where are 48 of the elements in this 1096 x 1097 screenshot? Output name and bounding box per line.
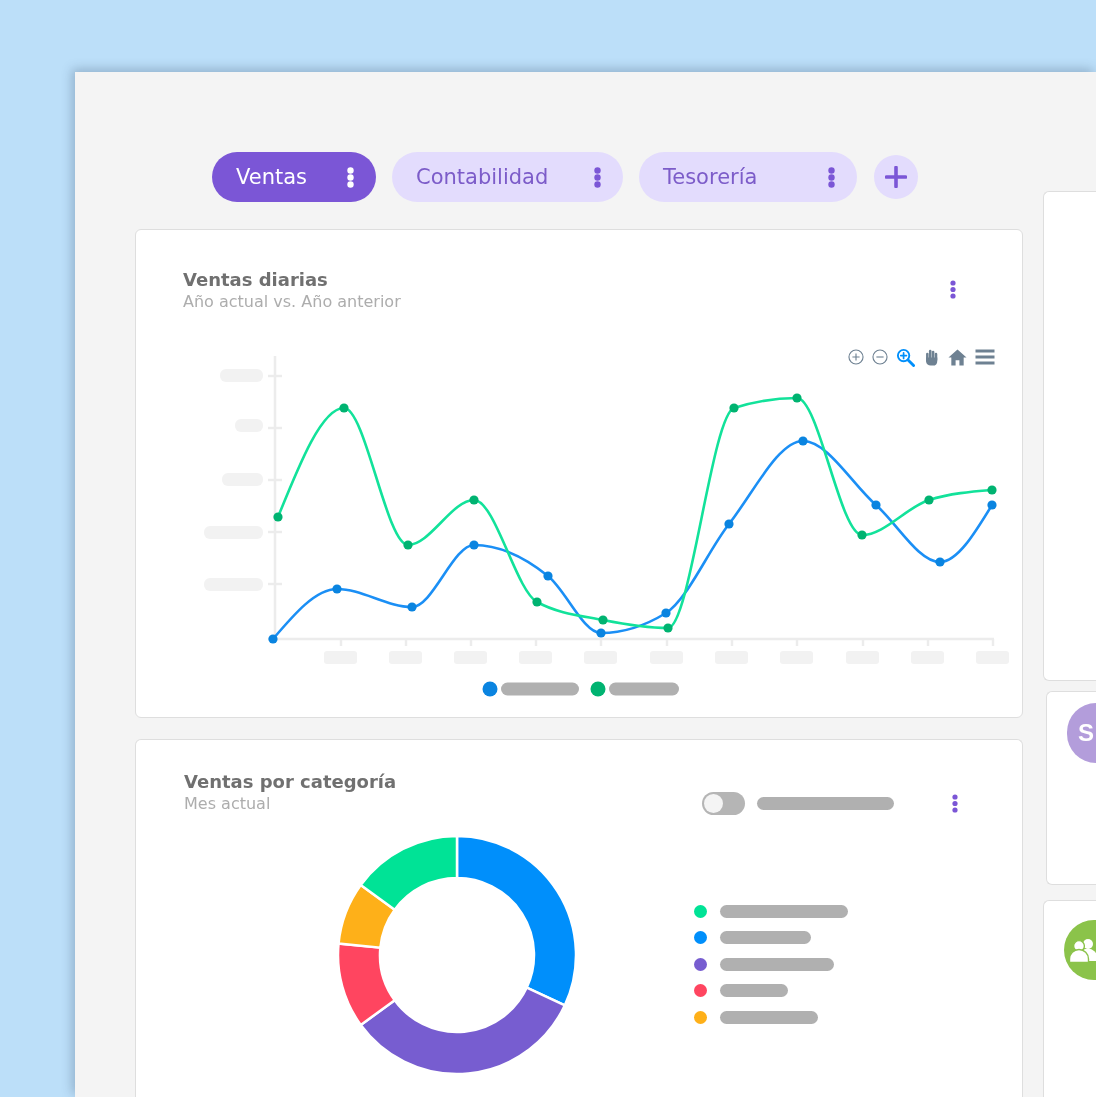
text-placeholder (720, 984, 788, 998)
more-icon[interactable] (828, 166, 835, 188)
data-point (332, 584, 342, 594)
data-point (598, 615, 608, 625)
card-title: Ventas diarias (183, 268, 329, 292)
data-point (857, 530, 867, 540)
data-point (403, 540, 413, 550)
zoom-out-icon[interactable] (872, 349, 888, 365)
data-point (798, 436, 808, 446)
card-subtitle: Año actual vs. Año anterior (183, 292, 402, 312)
data-point (987, 500, 997, 510)
tab[interactable]: Tesorería (639, 152, 857, 202)
more-icon[interactable] (950, 280, 956, 299)
data-point (729, 403, 739, 413)
data-point (924, 495, 934, 505)
plus-icon (885, 166, 907, 188)
card-subtitle: Mes actual (184, 794, 272, 814)
tab[interactable]: Contabilidad (392, 152, 623, 202)
card-title: Ventas por categoría (184, 770, 398, 794)
data-point (543, 571, 553, 581)
data-point (532, 597, 542, 607)
data-point (407, 602, 417, 612)
text-placeholder (609, 682, 679, 696)
data-point (987, 485, 997, 495)
toggle-switch[interactable] (702, 792, 745, 815)
zoom-selection-icon[interactable] (896, 347, 915, 367)
data-point (469, 495, 479, 505)
home-icon[interactable] (948, 347, 967, 367)
avatar: S (1067, 703, 1096, 763)
more-icon[interactable] (952, 794, 958, 813)
hand-icon[interactable] (923, 348, 940, 366)
zoom-in-icon[interactable] (848, 349, 864, 365)
data-point (273, 512, 283, 522)
data-point (661, 608, 671, 618)
menu-icon[interactable] (975, 347, 995, 367)
data-point (469, 540, 479, 550)
data-point (871, 500, 881, 510)
data-point (663, 623, 673, 633)
data-point (724, 519, 734, 529)
data-point (792, 393, 802, 403)
more-icon[interactable] (347, 166, 354, 188)
more-icon[interactable] (594, 166, 601, 188)
tab[interactable]: Ventas (212, 152, 376, 202)
data-point (339, 403, 349, 413)
data-point (268, 634, 278, 644)
data-point (935, 557, 945, 567)
data-point (596, 628, 606, 638)
add-tab-button[interactable] (874, 155, 918, 199)
